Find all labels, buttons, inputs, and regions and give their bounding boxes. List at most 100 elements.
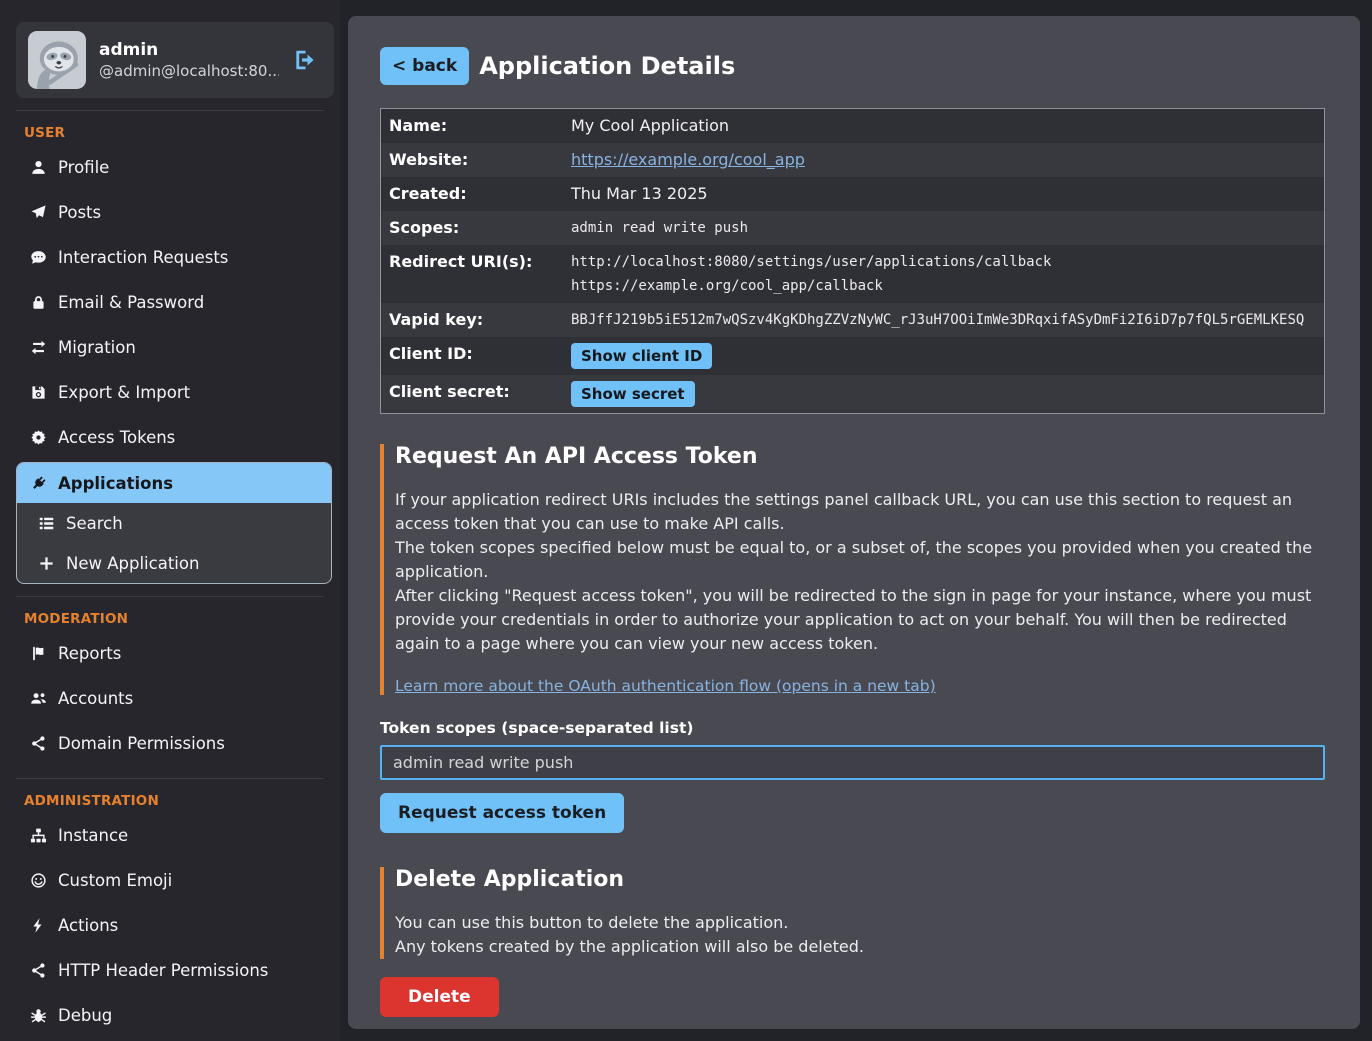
details-value: https://example.org/cool_app (571, 143, 1324, 177)
sidebar-item-instance[interactable]: Instance (0, 813, 340, 858)
details-value: Thu Mar 13 2025 (571, 177, 1324, 211)
sidebar-item-posts[interactable]: Posts (0, 190, 340, 235)
oauth-docs-link[interactable]: Learn more about the OAuth authenticatio… (395, 677, 936, 695)
paragraph: The token scopes specified below must be… (395, 536, 1325, 584)
paragraph: Any tokens created by the application wi… (395, 935, 1325, 959)
details-label: Client ID: (381, 337, 571, 375)
sidebar-item-interaction-requests[interactable]: Interaction Requests (0, 235, 340, 280)
website-link[interactable]: https://example.org/cool_app (571, 150, 805, 169)
share-nodes-icon (30, 735, 47, 752)
divider (16, 778, 324, 779)
sidebar-item-label: Email & Password (58, 293, 204, 312)
sidebar-item-label: Domain Permissions (58, 734, 225, 753)
paragraph: After clicking "Request access token", y… (395, 584, 1325, 656)
details-label: Scopes: (381, 211, 571, 245)
sidebar-item-label: Interaction Requests (58, 248, 228, 267)
sidebar-item-accounts[interactable]: Accounts (0, 676, 340, 721)
sidebar-item-label: Accounts (58, 689, 133, 708)
sidebar-item-search[interactable]: Search (17, 503, 331, 543)
sidebar-item-applications[interactable]: Applications (17, 463, 331, 503)
back-button[interactable]: < back (380, 47, 469, 85)
sidebar-item-reports[interactable]: Reports (0, 631, 340, 676)
sidebar-item-export-import[interactable]: Export & Import (0, 370, 340, 415)
user-icon (30, 159, 47, 176)
details-row-website: Website:https://example.org/cool_app (381, 143, 1324, 177)
details-row-client-secret: Client secret:Show secret (381, 375, 1324, 413)
details-value: http://localhost:8080/settings/user/appl… (571, 245, 1324, 303)
details-label: Name: (381, 109, 571, 143)
sidebar-item-label: Debug (58, 1006, 112, 1025)
sign-out-icon[interactable] (292, 47, 318, 73)
token-scopes-input[interactable] (380, 745, 1325, 780)
sidebar-item-label: Actions (58, 916, 118, 935)
sidebar-section-header: USER (0, 125, 340, 141)
main-panel: < back Application Details Name:My Cool … (348, 16, 1360, 1029)
sidebar-item-label: Instance (58, 826, 128, 845)
request-access-token-button[interactable]: Request access token (380, 793, 624, 833)
details-value: My Cool Application (571, 109, 1324, 143)
user-info: admin @admin@localhost:80... (99, 39, 279, 82)
list-icon (38, 515, 55, 532)
sidebar-item-label: Applications (58, 474, 173, 493)
delete-section-paragraphs: You can use this button to delete the ap… (395, 911, 1330, 959)
sidebar-item-label: Custom Emoji (58, 871, 172, 890)
sidebar-item-new-application[interactable]: New Application (17, 543, 331, 583)
divider (16, 110, 324, 111)
token-section: Request An API Access Token If your appl… (380, 444, 1330, 695)
delete-button[interactable]: Delete (380, 977, 499, 1017)
bolt-icon (30, 917, 47, 934)
details-label: Redirect URI(s): (381, 245, 571, 303)
details-row-name: Name:My Cool Application (381, 109, 1324, 143)
paper-plane-icon (30, 204, 47, 221)
details-label: Vapid key: (381, 303, 571, 337)
details-value: Show client ID (571, 337, 1324, 375)
sidebar-item-label: Reports (58, 644, 121, 663)
sidebar-item-label: HTTP Header Permissions (58, 961, 268, 980)
sidebar-item-debug[interactable]: Debug (0, 993, 340, 1038)
details-row-scopes: Scopes:admin read write push (381, 211, 1324, 245)
sidebar-item-http-header-permissions[interactable]: HTTP Header Permissions (0, 948, 340, 993)
details-row-redirect-uri-s: Redirect URI(s):http://localhost:8080/se… (381, 245, 1324, 303)
sidebar-item-migration[interactable]: Migration (0, 325, 340, 370)
sitemap-icon (30, 827, 47, 844)
sidebar-item-label: Migration (58, 338, 136, 357)
sidebar-item-custom-emoji[interactable]: Custom Emoji (0, 858, 340, 903)
floppy-icon (30, 384, 47, 401)
paragraph: If your application redirect URIs includ… (395, 488, 1325, 536)
token-section-heading: Request An API Access Token (395, 444, 1330, 469)
smile-icon (30, 872, 47, 889)
details-table: Name:My Cool ApplicationWebsite:https://… (380, 108, 1325, 414)
lock-icon (30, 294, 47, 311)
comment-dots-icon (30, 249, 47, 266)
flag-icon (30, 645, 47, 662)
sidebar-nav: USER Profile Posts Interaction Requests Emai… (0, 110, 340, 1038)
bug-icon (30, 1007, 47, 1024)
sidebar-item-label: New Application (66, 554, 199, 573)
sidebar-item-label: Profile (58, 158, 109, 177)
submit-row: Request access token (380, 780, 1330, 833)
sidebar-group-applications: Applications Search New Application (16, 462, 332, 584)
details-value: admin read write push (571, 211, 1324, 245)
sidebar-item-label: Posts (58, 203, 101, 222)
sidebar-item-domain-permissions[interactable]: Domain Permissions (0, 721, 340, 766)
plus-icon (38, 555, 55, 572)
user-card[interactable]: admin @admin@localhost:80... (16, 22, 334, 98)
sidebar-item-profile[interactable]: Profile (0, 145, 340, 190)
share-nodes-icon (30, 962, 47, 979)
sidebar-item-actions[interactable]: Actions (0, 903, 340, 948)
details-value: BBJffJ219b5iE512m7wQSzv4KgKDhgZZVzNyWC_r… (571, 303, 1324, 337)
mono-value: https://example.org/cool_app/callback (571, 274, 1316, 298)
details-label: Client secret: (381, 375, 571, 413)
delete-section: Delete Application You can use this butt… (380, 867, 1330, 959)
show-secret-button[interactable]: Show secret (571, 381, 695, 407)
sloth-avatar (28, 31, 86, 89)
sidebar-item-email-password[interactable]: Email & Password (0, 280, 340, 325)
page-title: Application Details (479, 52, 735, 80)
sidebar-section-header: MODERATION (0, 611, 340, 627)
show-client-id-button[interactable]: Show client ID (571, 343, 712, 369)
exchange-icon (30, 339, 47, 356)
certificate-icon (30, 429, 47, 446)
details-value: Show secret (571, 375, 1324, 413)
details-label: Created: (381, 177, 571, 211)
sidebar-item-access-tokens[interactable]: Access Tokens (0, 415, 340, 460)
